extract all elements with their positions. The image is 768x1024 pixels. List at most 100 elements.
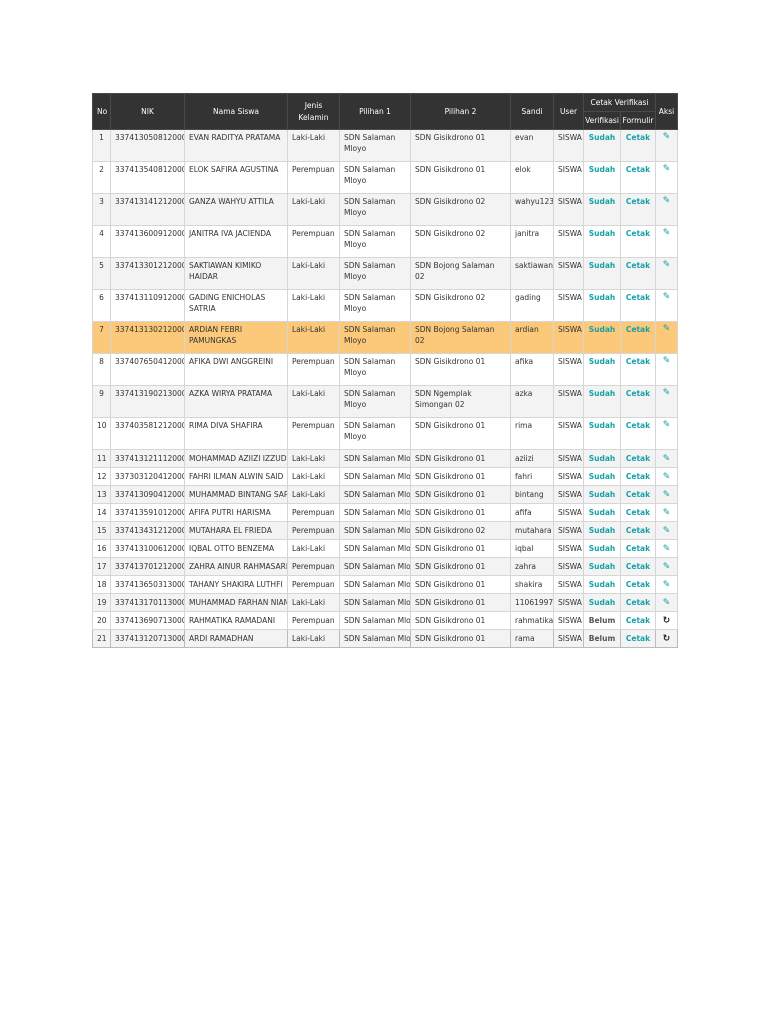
verification-status-link[interactable]: Belum [583,629,621,648]
nik-cell: 3374076504120001 [110,353,185,386]
verification-status-link[interactable]: Sudah [583,353,621,386]
verification-status-link[interactable]: Sudah [583,557,621,576]
choice-2-cell: SDN Gisikdrono 01 [410,539,511,558]
edit-icon[interactable]: ✎ [655,449,678,468]
edit-icon[interactable]: ✎ [655,557,678,576]
print-form-link[interactable]: Cetak [620,417,656,450]
student-table: No NIK Nama Siswa Jenis Kelamin Pilihan … [92,93,678,648]
edit-icon[interactable]: ✎ [655,289,678,322]
edit-icon[interactable]: ✎ [655,417,678,450]
table-row: 5 3374133012120004 SAKTIAWAN KIMIKO HAIDAR… [92,257,678,290]
print-form-link[interactable]: Cetak [620,521,656,540]
verification-status-link[interactable]: Sudah [583,129,621,162]
edit-icon[interactable]: ✎ [655,575,678,594]
student-name-cell: AFIKA DWI ANGGREINI [184,353,288,386]
edit-icon[interactable]: ✎ [655,521,678,540]
password-cell: fahri [510,467,554,486]
student-name-cell: SAKTIAWAN KIMIKO HAIDAR [184,257,288,290]
print-form-link[interactable]: Cetak [620,257,656,290]
user-role-cell: SISWA [553,129,584,162]
edit-icon[interactable]: ✎ [655,161,678,194]
print-form-link[interactable]: Cetak [620,611,656,630]
choice-1-cell: SDN Salaman Mloyo [339,193,411,226]
print-form-link[interactable]: Cetak [620,485,656,504]
verification-status-link[interactable]: Sudah [583,161,621,194]
choice-1-cell: SDN Salaman Mloyo [339,503,411,522]
edit-icon[interactable]: ✎ [655,467,678,486]
edit-icon[interactable]: ✎ [655,129,678,162]
edit-icon[interactable]: ✎ [655,225,678,258]
edit-icon[interactable]: ✎ [655,353,678,386]
edit-icon[interactable]: ✎ [655,385,678,418]
user-role-cell: SISWA [553,289,584,322]
print-form-link[interactable]: Cetak [620,449,656,468]
choice-1-cell: SDN Salaman Mloyo [339,611,411,630]
print-form-link[interactable]: Cetak [620,575,656,594]
choice-1-cell: SDN Salaman Mloyo [339,161,411,194]
edit-icon[interactable]: ✎ [655,593,678,612]
edit-icon[interactable]: ✎ [655,193,678,226]
verification-status-link[interactable]: Sudah [583,417,621,450]
edit-icon[interactable]: ✎ [655,321,678,354]
edit-icon[interactable]: ✎ [655,503,678,522]
choice-2-cell: SDN Bojong Salaman 02 [410,257,511,290]
password-cell: rahmatika [510,611,554,630]
choice-1-cell: SDN Salaman Mloyo [339,467,411,486]
choice-1-cell: SDN Salaman Mloyo [339,539,411,558]
print-form-link[interactable]: Cetak [620,161,656,194]
refresh-icon[interactable]: ↻ [655,611,678,630]
gender-cell: Laki-Laki [287,539,340,558]
verification-status-link[interactable]: Sudah [583,539,621,558]
verification-status-link[interactable]: Sudah [583,193,621,226]
edit-icon[interactable]: ✎ [655,539,678,558]
table-row: 4 3374136009120007 JANITRA IVA JACIENDA Per… [92,225,678,258]
print-form-link[interactable]: Cetak [620,129,656,162]
verification-status-link[interactable]: Sudah [583,225,621,258]
print-form-link[interactable]: Cetak [620,467,656,486]
choice-2-cell: SDN Gisikdrono 02 [410,225,511,258]
print-form-link[interactable]: Cetak [620,557,656,576]
password-cell: wahyu123 [510,193,554,226]
edit-icon[interactable]: ✎ [655,257,678,290]
choice-1-cell: SDN Salaman Mloyo [339,593,411,612]
verification-status-link[interactable]: Belum [583,611,621,630]
print-form-link[interactable]: Cetak [620,629,656,648]
row-number: 15 [92,521,111,540]
student-name-cell: JANITRA IVA JACIENDA [184,225,288,258]
edit-icon[interactable]: ✎ [655,485,678,504]
student-name-cell: MOHAMMAD AZIIZI IZZUDIIN [184,449,288,468]
header-cetak-verifikasi: Cetak Verifikasi [583,93,656,112]
choice-1-cell: SDN Salaman Mloyo [339,353,411,386]
choice-2-cell: SDN Gisikdrono 01 [410,503,511,522]
password-cell: shakira [510,575,554,594]
verification-status-link[interactable]: Sudah [583,289,621,322]
header-user: User [553,93,584,130]
choice-2-cell: SDN Gisikdrono 01 [410,593,511,612]
print-form-link[interactable]: Cetak [620,289,656,322]
verification-status-link[interactable]: Sudah [583,593,621,612]
print-form-link[interactable]: Cetak [620,385,656,418]
verification-status-link[interactable]: Sudah [583,503,621,522]
print-form-link[interactable]: Cetak [620,193,656,226]
print-form-link[interactable]: Cetak [620,321,656,354]
verification-status-link[interactable]: Sudah [583,449,621,468]
print-form-link[interactable]: Cetak [620,353,656,386]
student-name-cell: ARDI RAMADHAN [184,629,288,648]
nik-cell: 3374136503130002 [110,575,185,594]
user-role-cell: SISWA [553,161,584,194]
choice-1-cell: SDN Salaman Mloyo [339,485,411,504]
print-form-link[interactable]: Cetak [620,503,656,522]
print-form-link[interactable]: Cetak [620,539,656,558]
verification-status-link[interactable]: Sudah [583,575,621,594]
student-name-cell: MUHAMMAD BINTANG SAPUTRA [184,485,288,504]
print-form-link[interactable]: Cetak [620,593,656,612]
refresh-icon[interactable]: ↻ [655,629,678,648]
verification-status-link[interactable]: Sudah [583,321,621,354]
verification-status-link[interactable]: Sudah [583,521,621,540]
verification-status-link[interactable]: Sudah [583,467,621,486]
verification-status-link[interactable]: Sudah [583,485,621,504]
print-form-link[interactable]: Cetak [620,225,656,258]
verification-status-link[interactable]: Sudah [583,257,621,290]
verification-status-link[interactable]: Sudah [583,385,621,418]
table-row: 14 3374135910120001 AFIFA PUTRI HARISMA Per… [92,503,678,522]
